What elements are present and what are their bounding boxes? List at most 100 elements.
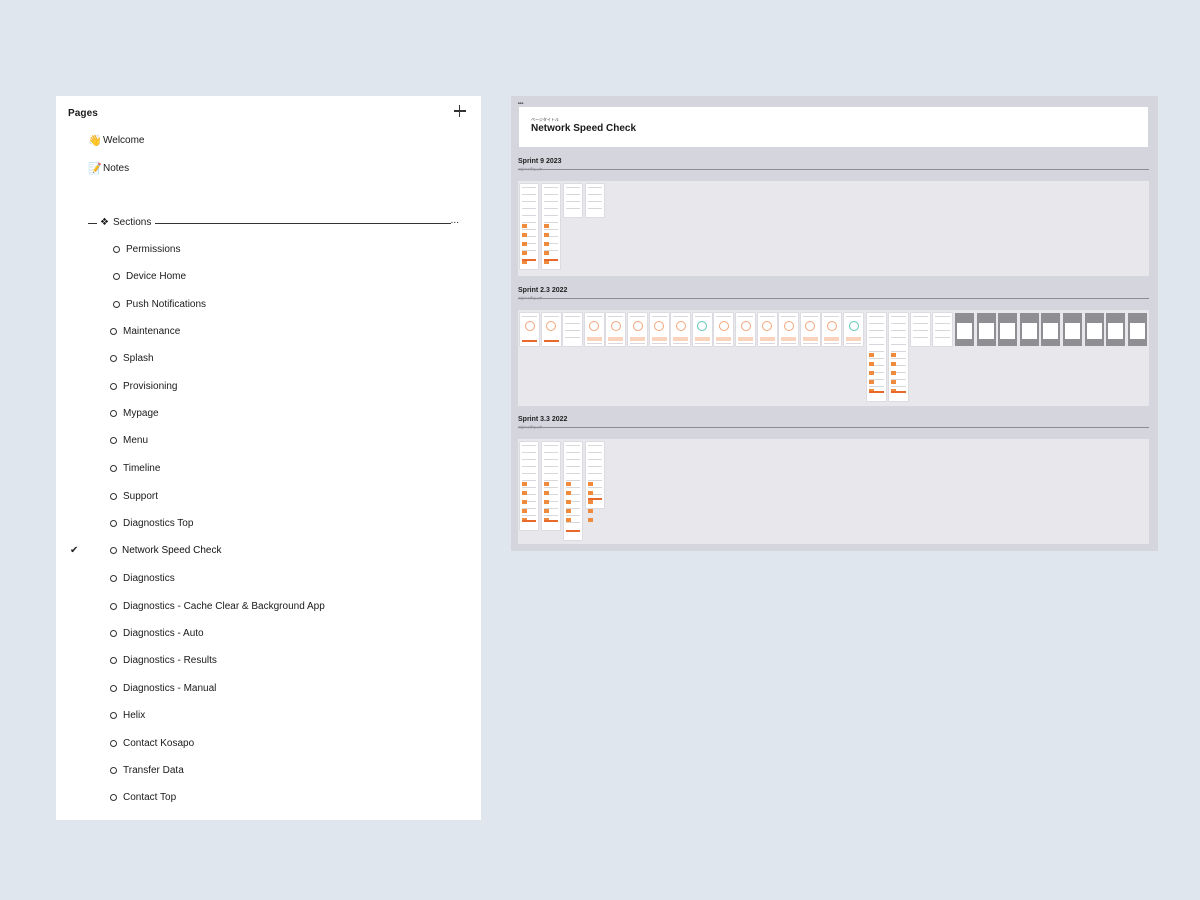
frame-thumbnail[interactable] — [520, 184, 538, 269]
sprint-area[interactable] — [518, 439, 1149, 544]
frame-thumbnail[interactable] — [736, 313, 755, 346]
frame-bar — [544, 259, 558, 261]
circle-icon — [110, 437, 117, 444]
frame-line — [544, 452, 558, 453]
frame-thumbnail[interactable] — [714, 313, 734, 346]
frame-thumbnail[interactable] — [933, 313, 952, 346]
page-item-welcome[interactable]: 👋 Welcome — [56, 131, 481, 151]
circle-icon — [110, 630, 117, 637]
frame-line — [935, 330, 950, 331]
frame-thumbnail[interactable] — [671, 313, 691, 346]
frame-orange — [891, 371, 896, 375]
frame-thumbnail[interactable] — [889, 313, 908, 401]
page-item-helix[interactable]: Helix — [56, 706, 481, 726]
page-item-diagnostics[interactable]: Diagnostics — [56, 569, 481, 589]
page-item-label: Network Speed Check — [122, 545, 222, 556]
title-card[interactable]: ページタイトル Network Speed Check — [519, 107, 1148, 147]
page-item-menu[interactable]: Menu — [56, 431, 481, 451]
page-item-diagnostics-results[interactable]: Diagnostics - Results — [56, 651, 481, 671]
sprint-area[interactable] — [518, 310, 1149, 406]
frame-thumbnail[interactable] — [822, 313, 842, 346]
page-item-diagnostics-manual[interactable]: Diagnostics - Manual — [56, 679, 481, 699]
circle-icon — [110, 603, 117, 610]
page-item-transfer-data[interactable]: Transfer Data — [56, 761, 481, 781]
page-item-timeline[interactable]: Timeline — [56, 459, 481, 479]
frame-line — [824, 343, 840, 344]
frame-line — [566, 480, 580, 481]
frame-thumbnail[interactable] — [542, 184, 560, 269]
frame-orange — [588, 500, 593, 504]
frame-thumbnail[interactable] — [867, 313, 886, 401]
page-item-maintenance[interactable]: Maintenance — [56, 322, 481, 342]
frame-orange — [522, 242, 527, 246]
frame-thumbnail[interactable] — [586, 184, 604, 217]
page-item-device-home[interactable]: Device Home — [56, 267, 481, 287]
page-item-push-notifications[interactable]: Push Notifications — [56, 295, 481, 315]
sprint-area[interactable] — [518, 181, 1149, 276]
more-dots: ... — [450, 215, 459, 226]
frame-orange — [544, 482, 549, 486]
frame-orange — [566, 518, 571, 522]
frame-line — [891, 323, 906, 324]
frame-thumbnail[interactable] — [586, 442, 604, 522]
page-item-support[interactable]: Support — [56, 487, 481, 507]
frame-thumbnail[interactable] — [757, 313, 777, 346]
frame-orange — [566, 500, 571, 504]
frame-orange — [522, 482, 527, 486]
frame-line — [759, 316, 775, 317]
frame-thumbnail[interactable] — [649, 313, 669, 346]
frame-thumbnail[interactable] — [1041, 313, 1061, 346]
sections-divider[interactable]: ❖ Sections ... — [88, 213, 459, 233]
page-item-provisioning[interactable]: Provisioning — [56, 377, 481, 397]
frame-thumbnail[interactable] — [955, 313, 974, 346]
frame-circle — [805, 321, 816, 331]
frame-thumbnail[interactable] — [800, 313, 820, 346]
page-item-permissions[interactable]: Permissions — [56, 240, 481, 260]
frame-thumbnail[interactable] — [1127, 313, 1147, 346]
frame-orange — [869, 380, 874, 384]
frame-thumbnail[interactable] — [564, 442, 582, 540]
frame-thumbnail[interactable] — [563, 313, 583, 346]
frame-thumbnail[interactable] — [520, 313, 539, 346]
page-item-contact-kosapo[interactable]: Contact Kosapo — [56, 734, 481, 754]
frame-thumbnail[interactable] — [844, 313, 863, 346]
page-item-diagnostics-top[interactable]: Diagnostics Top — [56, 514, 481, 534]
frame-thumbnail[interactable] — [1063, 313, 1082, 346]
page-item-network-speed-check[interactable]: ✔ Network Speed Check — [56, 541, 481, 561]
frame-thumbnail[interactable] — [692, 313, 712, 346]
frame-thumbnail[interactable] — [779, 313, 799, 346]
add-page-button[interactable] — [453, 104, 467, 118]
frame-thumbnail[interactable] — [606, 313, 626, 346]
page-item-notes[interactable]: 📝 Notes — [56, 159, 481, 179]
frame-thumbnail[interactable] — [1019, 313, 1039, 346]
frame-thumbnail[interactable] — [542, 442, 560, 530]
circle-icon — [110, 712, 117, 719]
frame-thumbnail[interactable] — [976, 313, 996, 346]
frame-thumbnail[interactable] — [1106, 313, 1126, 346]
circle-icon — [110, 493, 117, 500]
frame-block — [738, 337, 753, 341]
page-item-label: Provisioning — [123, 381, 178, 392]
page-item-splash[interactable]: Splash — [56, 349, 481, 369]
frame-thumbnail[interactable] — [1084, 313, 1104, 346]
page-item-contact-top[interactable]: Contact Top — [56, 788, 481, 808]
page-item-diagnostics-cache-clear[interactable]: Diagnostics - Cache Clear & Background A… — [56, 597, 481, 617]
frame-thumbnail[interactable] — [520, 442, 538, 530]
frame-bar — [544, 520, 558, 522]
frame-card — [978, 323, 994, 339]
circle-icon — [110, 685, 117, 692]
frame-line — [869, 316, 884, 317]
frame-thumbnail[interactable] — [564, 184, 582, 217]
frame-thumbnail[interactable] — [584, 313, 604, 346]
frame-card — [1086, 323, 1102, 339]
frame-bar — [869, 391, 884, 393]
page-item-diagnostics-auto[interactable]: Diagnostics - Auto — [56, 624, 481, 644]
frame-thumbnail[interactable] — [541, 313, 561, 346]
frame-orange — [544, 491, 549, 495]
canvas-preview[interactable]: ■■■ ページタイトル Network Speed Check Sprint 9… — [511, 96, 1158, 551]
frame-line — [891, 358, 906, 359]
frame-thumbnail[interactable] — [998, 313, 1018, 346]
frame-thumbnail[interactable] — [628, 313, 647, 346]
frame-thumbnail[interactable] — [911, 313, 930, 346]
page-item-mypage[interactable]: Mypage — [56, 404, 481, 424]
